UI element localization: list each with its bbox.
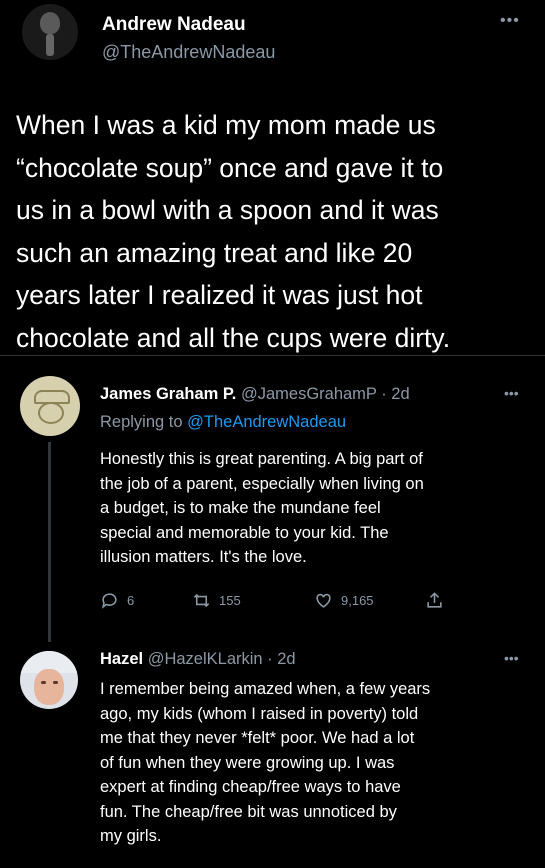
reply-author-handle[interactable]: @JamesGrahamP (241, 385, 377, 403)
author-handle[interactable]: @TheAndrewNadeau (102, 42, 275, 63)
tweet-line: “chocolate soup” once and gave it to (16, 152, 444, 183)
avatar-face (38, 402, 64, 424)
comment-icon (101, 593, 117, 609)
reply-action[interactable]: 6 (100, 591, 134, 610)
like-action[interactable]: 9,165 (314, 591, 374, 610)
reply-line: me that they never *felt* poor. We had a… (100, 729, 415, 747)
reply-text: Honestly this is great parenting. A big … (100, 447, 530, 570)
tweet-text: When I was a kid my mom made us “chocola… (16, 104, 536, 359)
avatar-head (40, 12, 60, 34)
thread-line (48, 442, 51, 642)
reply-avatar-hazel[interactable] (20, 651, 78, 709)
reply-author-name[interactable]: Hazel (100, 650, 143, 668)
reply-header: James Graham P. @JamesGrahamP · 2d (100, 385, 410, 404)
retweet-action[interactable]: 155 (192, 591, 241, 610)
likes-count: 9,165 (341, 593, 374, 608)
reply-line: my girls. (100, 827, 162, 845)
tweet-line: chocolate and all the cups were dirty. (16, 322, 451, 353)
reply-line: ago, my kids (whom I raised in poverty) … (100, 704, 419, 723)
reply-actions: 6 155 9,165 (100, 591, 460, 615)
reply-line: special and memorable to your kid. The (100, 523, 389, 542)
tweet-line: When I was a kid my mom made us (16, 110, 436, 140)
reply-line: expert at finding cheap/free ways to hav… (100, 778, 401, 796)
reply-line: Honestly this is great parenting. A big … (100, 450, 423, 468)
reply-line: a budget, is to make the mundane feel (100, 499, 381, 517)
reply-text: I remember being amazed when, a few year… (100, 677, 530, 849)
avatar-eye (53, 681, 58, 684)
retweets-count: 155 (219, 593, 241, 608)
replying-to-link[interactable]: @TheAndrewNadeau (187, 413, 346, 431)
avatar-face (34, 669, 64, 705)
reply-line: fun. The cheap/free bit was unnoticed by (100, 802, 397, 821)
reply-line: I remember being amazed when, a few year… (100, 680, 431, 698)
replying-prefix: Replying to (100, 413, 188, 431)
more-icon[interactable]: ••• (500, 12, 520, 30)
replies-count: 6 (127, 593, 135, 608)
reply-time[interactable]: · 2d (263, 650, 295, 668)
reply-time[interactable]: · 2d (377, 385, 409, 403)
heart-icon (316, 593, 331, 608)
avatar-mic (46, 34, 54, 56)
reply-author-name[interactable]: James Graham P. (100, 385, 236, 403)
author-name[interactable]: Andrew Nadeau (102, 14, 246, 36)
reply-line: of fun when they were growing up. I was (100, 753, 395, 772)
divider (0, 355, 545, 356)
share-icon (427, 592, 442, 608)
avatar-eye (41, 681, 46, 684)
reply-header: Hazel @HazelKLarkin · 2d (100, 650, 296, 669)
author-avatar[interactable] (22, 4, 78, 60)
reply-author-handle[interactable]: @HazelKLarkin (148, 650, 263, 668)
tweet-line: such an amazing treat and like 20 (16, 237, 413, 268)
replying-to: Replying to @TheAndrewNadeau (100, 413, 346, 432)
more-icon[interactable]: ••• (504, 650, 519, 666)
tweet-line: years later I realized it was just hot (16, 280, 423, 310)
reply-avatar-james[interactable] (20, 376, 80, 436)
tweet-thread: Andrew Nadeau @TheAndrewNadeau ••• When … (0, 0, 545, 868)
more-icon[interactable]: ••• (504, 385, 519, 401)
tweet-line: us in a bowl with a spoon and it was (16, 195, 439, 225)
share-action[interactable] (425, 591, 444, 610)
reply-line: illusion matters. It's the love. (100, 548, 307, 566)
reply-line: the job of a parent, especially when liv… (100, 474, 424, 493)
retweet-icon (193, 593, 210, 608)
